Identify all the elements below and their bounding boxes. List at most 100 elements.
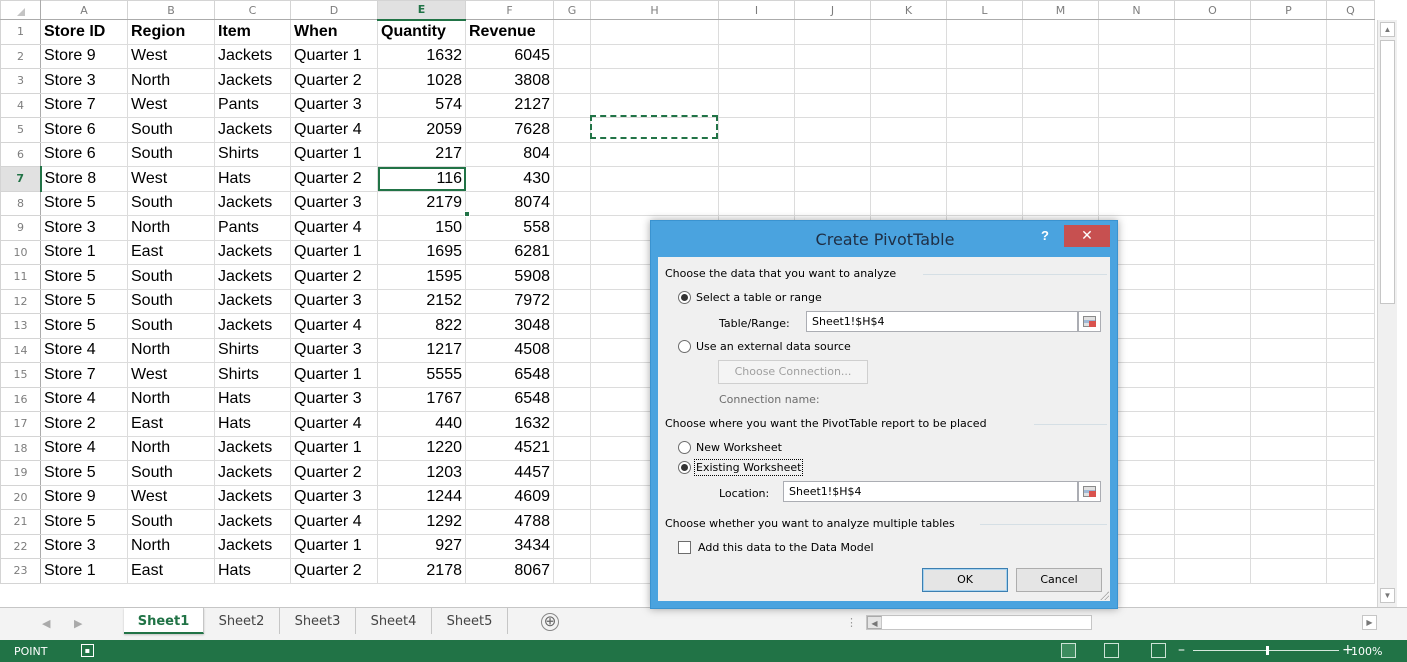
- column-header-e[interactable]: E: [377, 0, 466, 21]
- cell-q22[interactable]: [1326, 533, 1375, 559]
- cell-o20[interactable]: [1174, 484, 1251, 510]
- cell-d20[interactable]: Quarter 3: [290, 484, 378, 510]
- cell-f9[interactable]: 558: [465, 215, 554, 241]
- cell-e8[interactable]: 2179: [377, 190, 466, 216]
- cell-o18[interactable]: [1174, 435, 1251, 461]
- scroll-right-icon[interactable]: ▶: [1362, 615, 1377, 630]
- cell-g7[interactable]: [553, 166, 591, 192]
- cell-a20[interactable]: Store 9: [40, 484, 128, 510]
- cell-b4[interactable]: West: [127, 92, 215, 118]
- cell-q18[interactable]: [1326, 435, 1375, 461]
- cell-l4[interactable]: [946, 92, 1023, 118]
- cell-p19[interactable]: [1250, 460, 1327, 486]
- cell-o22[interactable]: [1174, 533, 1251, 559]
- cell-p20[interactable]: [1250, 484, 1327, 510]
- cell-c1[interactable]: Item: [214, 19, 291, 45]
- cell-o1[interactable]: [1174, 19, 1251, 45]
- row-header[interactable]: 12: [0, 288, 41, 314]
- column-header-f[interactable]: F: [465, 0, 554, 20]
- cell-j4[interactable]: [794, 92, 871, 118]
- cell-i4[interactable]: [718, 92, 795, 118]
- radio-external-source[interactable]: [678, 340, 691, 353]
- cell-g17[interactable]: [553, 411, 591, 437]
- cell-g8[interactable]: [553, 190, 591, 216]
- column-header-k[interactable]: K: [870, 0, 947, 20]
- cell-q11[interactable]: [1326, 264, 1375, 290]
- select-table-label[interactable]: Select a table or range: [696, 291, 822, 304]
- column-header-q[interactable]: Q: [1326, 0, 1375, 20]
- cell-q16[interactable]: [1326, 386, 1375, 412]
- cell-l2[interactable]: [946, 43, 1023, 69]
- cell-q12[interactable]: [1326, 288, 1375, 314]
- cell-q23[interactable]: [1326, 558, 1375, 584]
- cell-f13[interactable]: 3048: [465, 313, 554, 339]
- cell-q13[interactable]: [1326, 313, 1375, 339]
- cell-a3[interactable]: Store 3: [40, 68, 128, 94]
- cell-p5[interactable]: [1250, 117, 1327, 143]
- row-header[interactable]: 14: [0, 337, 41, 363]
- column-header-g[interactable]: G: [553, 0, 591, 20]
- cell-o23[interactable]: [1174, 558, 1251, 584]
- cell-e19[interactable]: 1203: [377, 460, 466, 486]
- cell-n4[interactable]: [1098, 92, 1175, 118]
- cell-e12[interactable]: 2152: [377, 288, 466, 314]
- cell-d14[interactable]: Quarter 3: [290, 337, 378, 363]
- cell-e10[interactable]: 1695: [377, 239, 466, 265]
- scroll-up-icon[interactable]: ▲: [1380, 22, 1395, 37]
- cell-n3[interactable]: [1098, 68, 1175, 94]
- cell-e2[interactable]: 1632: [377, 43, 466, 69]
- column-header-h[interactable]: H: [590, 0, 719, 20]
- cell-p4[interactable]: [1250, 92, 1327, 118]
- row-header[interactable]: 13: [0, 313, 41, 339]
- cell-d22[interactable]: Quarter 1: [290, 533, 378, 559]
- cell-a1[interactable]: Store ID: [40, 19, 128, 45]
- cell-o2[interactable]: [1174, 43, 1251, 69]
- cell-p10[interactable]: [1250, 239, 1327, 265]
- cell-p23[interactable]: [1250, 558, 1327, 584]
- row-header[interactable]: 3: [0, 68, 41, 94]
- cell-h4[interactable]: [590, 92, 719, 118]
- column-header-o[interactable]: O: [1174, 0, 1251, 20]
- row-header[interactable]: 8: [0, 190, 41, 216]
- column-header-d[interactable]: D: [290, 0, 378, 20]
- cell-g23[interactable]: [553, 558, 591, 584]
- cell-p7[interactable]: [1250, 166, 1327, 192]
- cell-o7[interactable]: [1174, 166, 1251, 192]
- normal-view-icon[interactable]: [1061, 643, 1076, 658]
- cell-g9[interactable]: [553, 215, 591, 241]
- cell-h1[interactable]: [590, 19, 719, 45]
- tab-sheet1[interactable]: Sheet1: [124, 608, 204, 634]
- cell-f1[interactable]: Revenue: [465, 19, 554, 45]
- cell-c21[interactable]: Jackets: [214, 509, 291, 535]
- cell-a16[interactable]: Store 4: [40, 386, 128, 412]
- cell-o9[interactable]: [1174, 215, 1251, 241]
- cell-j5[interactable]: [794, 117, 871, 143]
- cell-l6[interactable]: [946, 141, 1023, 167]
- cell-g21[interactable]: [553, 509, 591, 535]
- row-header[interactable]: 1: [0, 19, 41, 45]
- cell-p9[interactable]: [1250, 215, 1327, 241]
- cell-e15[interactable]: 5555: [377, 362, 466, 388]
- cell-a5[interactable]: Store 6: [40, 117, 128, 143]
- horizontal-scrollbar[interactable]: ◀: [866, 615, 1092, 630]
- cell-p17[interactable]: [1250, 411, 1327, 437]
- cell-k1[interactable]: [870, 19, 947, 45]
- cell-b20[interactable]: West: [127, 484, 215, 510]
- cell-f20[interactable]: 4609: [465, 484, 554, 510]
- cell-p12[interactable]: [1250, 288, 1327, 314]
- cell-q1[interactable]: [1326, 19, 1375, 45]
- cell-g19[interactable]: [553, 460, 591, 486]
- cell-g13[interactable]: [553, 313, 591, 339]
- cell-g22[interactable]: [553, 533, 591, 559]
- cell-j1[interactable]: [794, 19, 871, 45]
- cell-d17[interactable]: Quarter 4: [290, 411, 378, 437]
- cell-n8[interactable]: [1098, 190, 1175, 216]
- cell-c16[interactable]: Hats: [214, 386, 291, 412]
- row-header[interactable]: 19: [0, 460, 41, 486]
- cell-d12[interactable]: Quarter 3: [290, 288, 378, 314]
- cell-p11[interactable]: [1250, 264, 1327, 290]
- cell-q14[interactable]: [1326, 337, 1375, 363]
- cell-p8[interactable]: [1250, 190, 1327, 216]
- cell-o19[interactable]: [1174, 460, 1251, 486]
- cell-k3[interactable]: [870, 68, 947, 94]
